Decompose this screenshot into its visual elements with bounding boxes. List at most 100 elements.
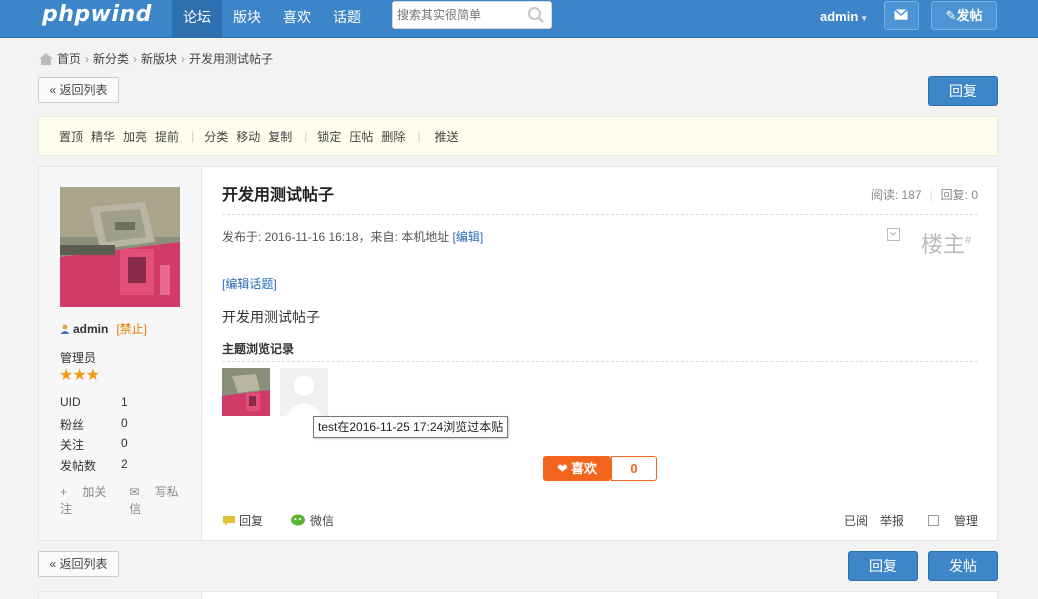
post-date-source: 发布于: 2016-11-16 16:18，来自: 本机地址 xyxy=(222,230,450,244)
author-stats: UID 1 粉丝 0 关注 0 发帖数 2 xyxy=(60,395,128,477)
read-count: 阅读: 187 xyxy=(870,188,922,202)
stat-row: 关注 0 xyxy=(60,436,128,457)
author-name[interactable]: admin xyxy=(73,322,108,336)
report-link[interactable]: 举报 xyxy=(880,512,904,529)
stat-label: 关注 xyxy=(60,438,85,452)
breadcrumb: 首页 › 新分类 › 新版块 › 开发用测试帖子 xyxy=(38,50,273,67)
main-nav: 论坛 版块 喜欢 话题 xyxy=(172,0,372,38)
stat-value: 0 xyxy=(121,436,128,450)
envelope-icon xyxy=(894,8,909,20)
manage-checkbox[interactable]: 管理 xyxy=(916,512,978,529)
breadcrumb-board[interactable]: 新版块 xyxy=(141,50,177,67)
reply-button-bottom[interactable]: 回复 xyxy=(848,551,918,581)
comment-icon xyxy=(223,515,235,526)
chevron-down-icon: ▼ xyxy=(860,14,869,23)
user-menu[interactable]: admin ▼ xyxy=(820,9,868,24)
reply-button-top[interactable]: 回复 xyxy=(928,76,998,106)
envelope-icon: ✉ xyxy=(129,485,140,499)
mod-bump[interactable]: 提前 xyxy=(155,128,179,145)
message-button[interactable]: ✉ 写私信 xyxy=(129,483,189,517)
stat-label: 发帖数 xyxy=(60,458,97,473)
follow-button[interactable]: + 加关注 xyxy=(60,483,117,517)
mod-push[interactable]: 推送 xyxy=(435,128,459,145)
reply-action[interactable]: 回复 xyxy=(222,512,263,529)
user-icon xyxy=(60,324,70,334)
read-reply-counts: 阅读: 187 | 回复: 0 xyxy=(871,186,978,203)
manage-label: 管理 xyxy=(953,514,978,528)
wechat-icon xyxy=(291,514,306,525)
avatar[interactable] xyxy=(60,187,180,307)
mod-digest[interactable]: 精华 xyxy=(91,128,115,145)
post-actions: 回复 微信 xyxy=(222,512,334,529)
new-post-label: 发帖 xyxy=(956,8,983,23)
viewer-tooltip: test在2016-11-25 17:24浏览过本贴 xyxy=(313,416,509,438)
reply-count: 回复: 0 xyxy=(940,188,978,202)
messages-button[interactable] xyxy=(884,1,919,30)
viewer-avatar[interactable] xyxy=(222,368,270,416)
new-post-button-bottom[interactable]: 发帖 xyxy=(928,551,998,581)
home-icon xyxy=(39,52,53,65)
divider xyxy=(222,361,978,362)
mod-copy[interactable]: 复制 xyxy=(268,128,292,145)
stat-row: 发帖数 2 xyxy=(60,457,128,478)
divider: | xyxy=(417,129,421,143)
wechat-share[interactable]: 微信 xyxy=(291,512,334,529)
floor-mark[interactable]: # xyxy=(965,235,971,247)
ban-link[interactable]: [禁止] xyxy=(116,320,147,337)
logo[interactable]: phpwind xyxy=(42,2,152,27)
stat-label: 粉丝 xyxy=(60,417,85,432)
stat-value: 2 xyxy=(121,456,128,471)
mod-move[interactable]: 移动 xyxy=(236,128,260,145)
search-input[interactable] xyxy=(397,6,517,24)
mod-highlight[interactable]: 加亮 xyxy=(123,128,147,145)
viewer-avatar[interactable] xyxy=(280,368,328,416)
post-card: admin [禁止] 管理员 ★★★ UID 1 粉丝 0 关注 0 发帖数 2 + 加… xyxy=(38,166,998,541)
new-post-button[interactable]: ✎发帖 xyxy=(931,1,997,30)
collapse-icon[interactable] xyxy=(887,228,900,241)
stat-value: 0 xyxy=(121,415,128,430)
divider xyxy=(222,214,978,215)
nav-likes[interactable]: 喜欢 xyxy=(272,0,322,38)
nav-forum[interactable]: 论坛 xyxy=(172,0,222,38)
username: admin xyxy=(820,9,859,24)
author-actions: + 加关注 ✉ 写私信 xyxy=(60,483,201,517)
edit-link[interactable]: [编辑] xyxy=(453,230,484,244)
chevron-right-icon: › xyxy=(181,51,186,66)
mark-read[interactable]: 已阅 xyxy=(844,512,868,529)
rank-stars: ★★★ xyxy=(59,367,100,384)
search-icon[interactable] xyxy=(527,6,545,24)
post-title: 开发用测试帖子 xyxy=(222,187,335,204)
breadcrumb-home[interactable]: 首页 xyxy=(57,50,81,67)
reply-action-label: 回复 xyxy=(239,514,264,528)
wechat-label: 微信 xyxy=(310,514,335,528)
edit-topic-link[interactable]: [编辑话题] xyxy=(222,275,277,292)
post-main: 开发用测试帖子 阅读: 187 | 回复: 0 发布于: 2016-11-16 16… xyxy=(203,167,998,540)
nav-topics[interactable]: 话题 xyxy=(322,0,372,38)
floor-label: 楼主# xyxy=(921,227,971,259)
post-content: 开发用测试帖子 xyxy=(222,309,320,325)
mod-sticky[interactable]: 置顶 xyxy=(59,128,83,145)
author-panel xyxy=(39,592,202,599)
floor-text: 楼主 xyxy=(921,232,966,257)
author-role: 管理员 xyxy=(60,351,97,365)
moderation-bar: 置顶 精华 加亮 提前 | 分类 移动 复制 | 锁定 压帖 删除 | 推送 xyxy=(38,116,998,156)
like-button[interactable]: ❤ 喜欢 xyxy=(543,456,611,481)
post-admin-actions: 已阅 举报 管理 xyxy=(832,512,978,529)
divider: | xyxy=(191,129,195,143)
mod-lock[interactable]: 锁定 xyxy=(317,128,341,145)
back-to-list-button[interactable]: « 返回列表 xyxy=(38,77,119,103)
breadcrumb-category[interactable]: 新分类 xyxy=(93,50,129,67)
search-box xyxy=(392,1,552,29)
mod-category[interactable]: 分类 xyxy=(204,128,228,145)
stat-value: 1 xyxy=(121,395,128,409)
divider: | xyxy=(304,129,308,143)
breadcrumb-current: 开发用测试帖子 xyxy=(189,52,274,66)
divider: | xyxy=(929,188,933,202)
mod-delete[interactable]: 删除 xyxy=(381,128,405,145)
author-panel: admin [禁止] 管理员 ★★★ UID 1 粉丝 0 关注 0 发帖数 2 + 加… xyxy=(39,167,202,540)
chevron-right-icon: › xyxy=(133,51,138,66)
nav-boards[interactable]: 版块 xyxy=(222,0,272,38)
mod-sink[interactable]: 压帖 xyxy=(349,128,373,145)
author-name-row: admin [禁止] xyxy=(59,320,147,337)
back-to-list-button-bottom[interactable]: « 返回列表 xyxy=(38,551,119,577)
